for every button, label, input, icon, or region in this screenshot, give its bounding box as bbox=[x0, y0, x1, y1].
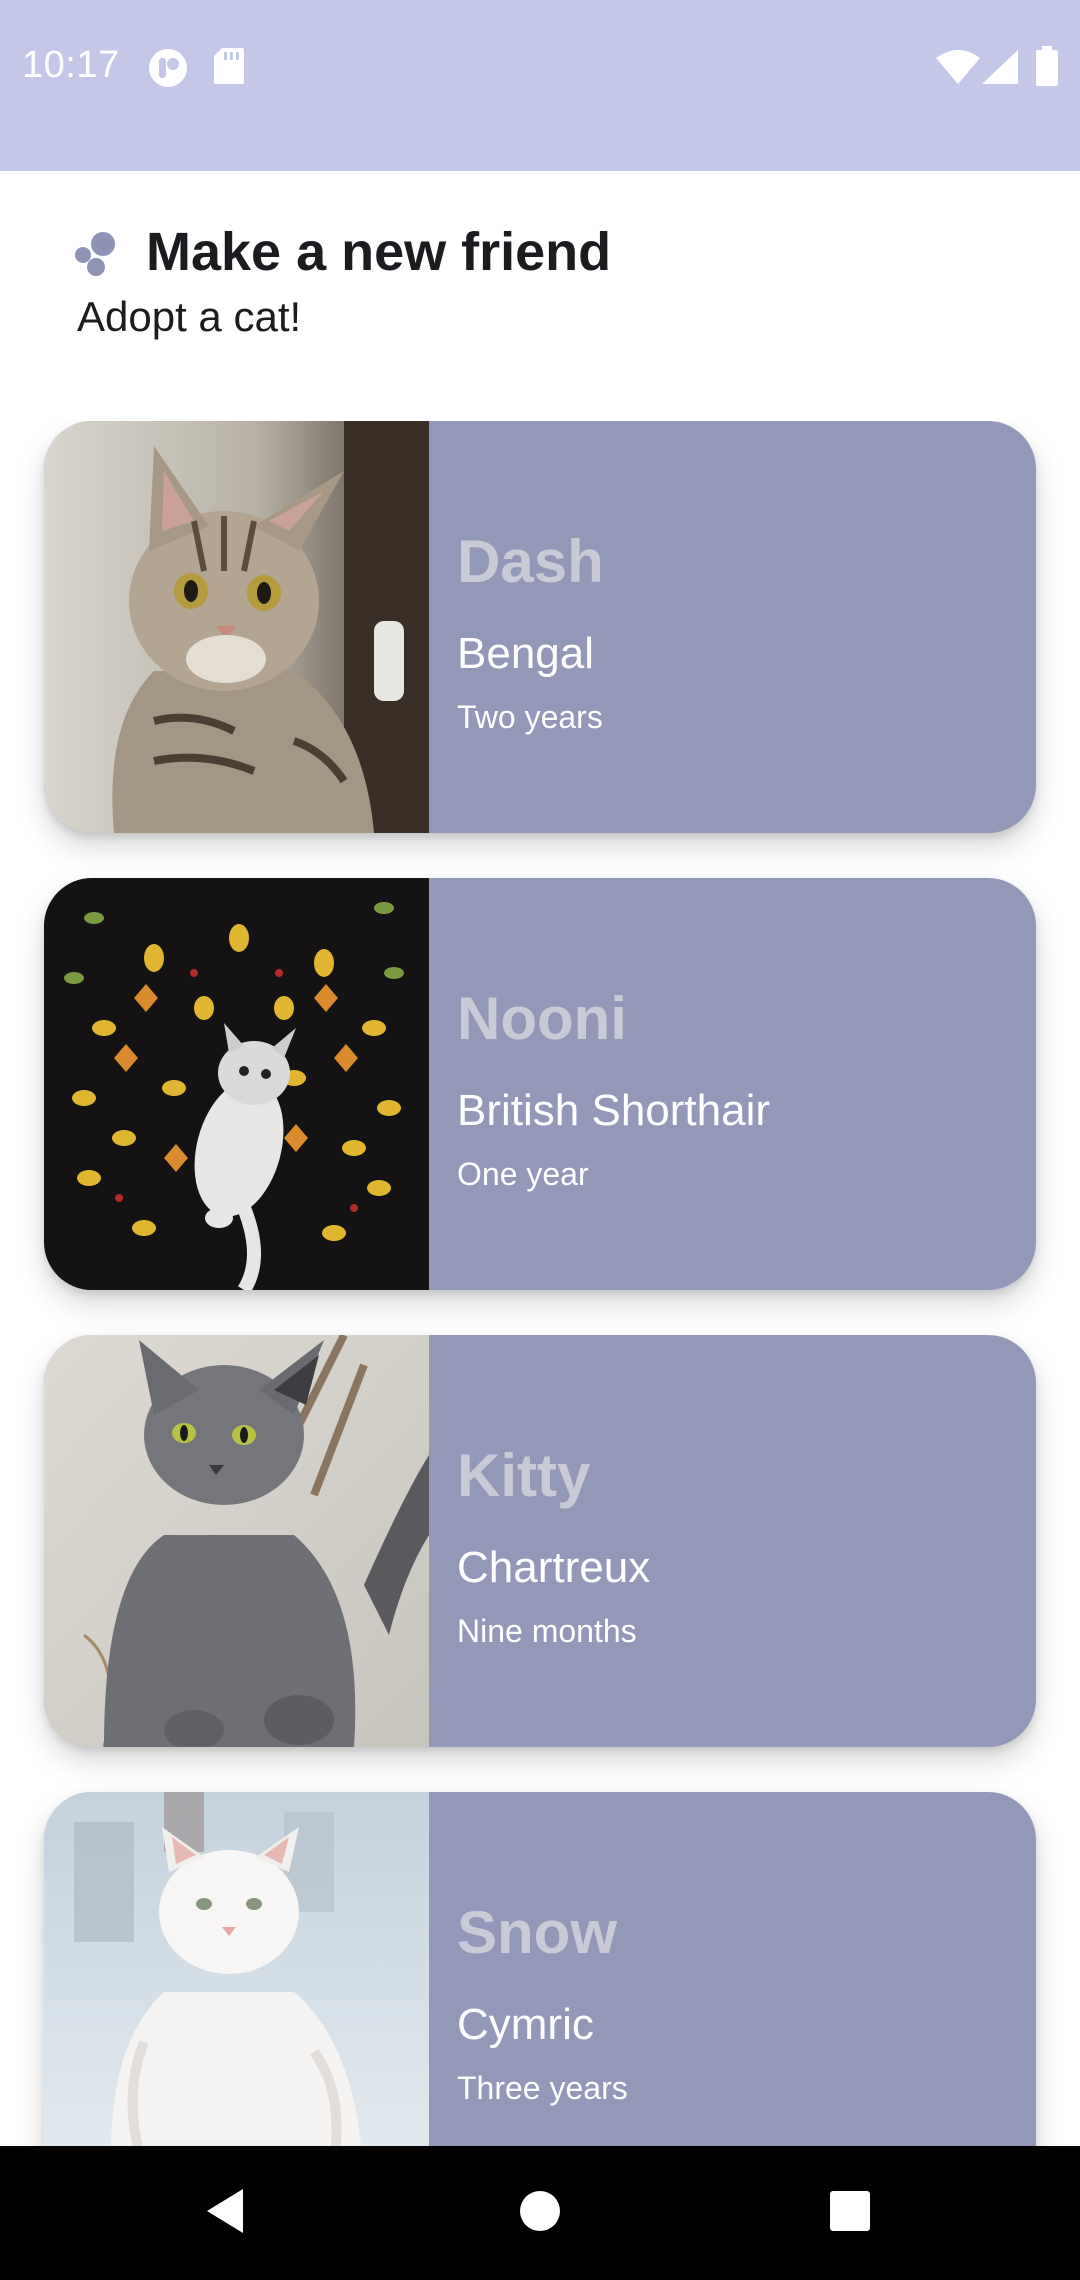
cat-breed: Chartreux bbox=[457, 1543, 651, 1592]
gray-cat-photo bbox=[44, 1335, 429, 1747]
page-title: Make a new friend bbox=[146, 222, 612, 282]
home-button[interactable] bbox=[460, 2146, 620, 2280]
cell-signal-icon bbox=[982, 50, 1018, 89]
cat-card-info: Kitty Chartreux Nine months bbox=[457, 1335, 1017, 1747]
cat-breed: Cymric bbox=[457, 2000, 594, 2049]
app-screen: 10:17 Make a new friend Adopt a cat! Das… bbox=[0, 0, 1080, 2280]
cat-age: One year bbox=[457, 1156, 589, 1192]
cat-card-dash[interactable]: Dash Bengal Two years bbox=[44, 421, 1036, 833]
cat-name: Nooni bbox=[457, 985, 627, 1052]
back-button[interactable] bbox=[145, 2146, 305, 2280]
cat-breed: British Shorthair bbox=[457, 1086, 771, 1135]
cat-card-info: Snow Cymric Three years bbox=[457, 1792, 1017, 2146]
cat-card-info: Dash Bengal Two years bbox=[457, 421, 1017, 833]
page-subtitle: Adopt a cat! bbox=[77, 293, 302, 340]
back-icon bbox=[203, 2187, 247, 2240]
cat-name: Snow bbox=[457, 1899, 617, 1966]
cat-list: Dash Bengal Two years Nooni British Shor… bbox=[0, 421, 1080, 2146]
recents-icon bbox=[829, 2190, 871, 2237]
cat-card-nooni[interactable]: Nooni British Shorthair One year bbox=[44, 878, 1036, 1290]
cat-age: Nine months bbox=[457, 1613, 637, 1649]
cat-breed: Bengal bbox=[457, 629, 595, 678]
battery-icon bbox=[1036, 46, 1058, 91]
tabby-cat-photo bbox=[44, 421, 429, 833]
wifi-icon bbox=[936, 50, 980, 89]
cat-card-kitty[interactable]: Kitty Chartreux Nine months bbox=[44, 1335, 1036, 1747]
cat-card-info: Nooni British Shorthair One year bbox=[457, 878, 1017, 1290]
white-kitten-leaves-photo bbox=[44, 878, 429, 1290]
white-longhair-cat-photo bbox=[44, 1792, 429, 2146]
recents-button[interactable] bbox=[770, 2146, 930, 2280]
cat-name: Kitty bbox=[457, 1442, 591, 1509]
paw-dots-icon bbox=[72, 229, 120, 277]
system-nav-bar bbox=[0, 2146, 1080, 2280]
cat-age: Three years bbox=[457, 2070, 628, 2106]
status-bar: 10:17 bbox=[0, 0, 1080, 171]
status-time: 10:17 bbox=[22, 44, 120, 86]
sd-card-icon bbox=[214, 48, 244, 89]
home-icon bbox=[519, 2190, 561, 2237]
launcher-app-icon bbox=[148, 48, 188, 93]
app-header: Make a new friend Adopt a cat! bbox=[0, 171, 1080, 421]
cat-card-snow[interactable]: Snow Cymric Three years bbox=[44, 1792, 1036, 2146]
cat-age: Two years bbox=[457, 699, 603, 735]
cat-name: Dash bbox=[457, 528, 604, 595]
